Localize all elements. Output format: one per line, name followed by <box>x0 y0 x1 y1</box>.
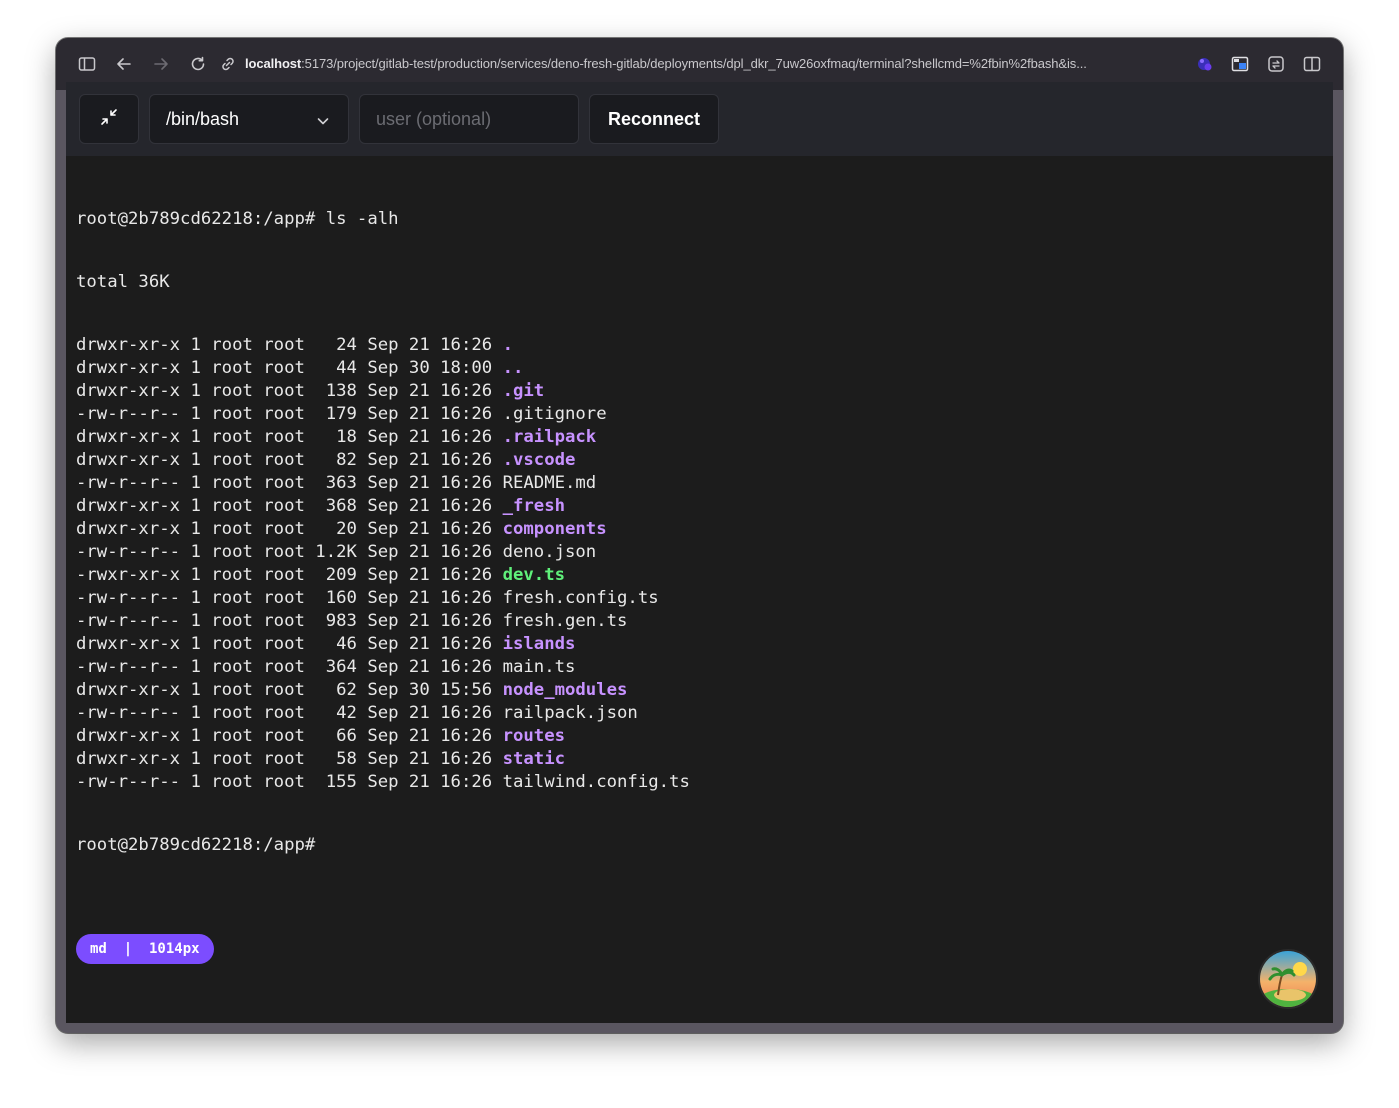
minimize-arrows-icon <box>99 107 119 132</box>
entry-name: .git <box>502 381 545 401</box>
entry-name: fresh.gen.ts <box>502 611 628 631</box>
shell-select[interactable]: /bin/bash <box>149 94 349 144</box>
address-bar[interactable]: localhost:5173/project/gitlab-test/produ… <box>245 55 1087 73</box>
shell-select-value: /bin/bash <box>166 108 240 129</box>
entry-name: tailwind.config.ts <box>502 772 690 792</box>
entry-meta: -rwxr-xr-x 1 root root 209 Sep 21 16:26 <box>76 565 503 585</box>
entry-meta: drwxr-xr-x 1 root root 20 Sep 21 16:26 <box>76 519 503 539</box>
user-input[interactable] <box>359 94 579 144</box>
listing-row: drwxr-xr-x 1 root root 66 Sep 21 16:26 r… <box>76 725 1316 748</box>
entry-name: main.ts <box>502 657 576 677</box>
entry-meta: -rw-r--r-- 1 root root 983 Sep 21 16:26 <box>76 611 503 631</box>
entry-meta: -rw-r--r-- 1 root root 42 Sep 21 16:26 <box>76 703 503 723</box>
listing-row: -rw-r--r-- 1 root root 983 Sep 21 16:26 … <box>76 610 1316 633</box>
forward-arrow-icon[interactable] <box>151 54 171 74</box>
listing-row: drwxr-xr-x 1 root root 24 Sep 21 16:26 . <box>76 334 1316 357</box>
listing-row: drwxr-xr-x 1 root root 82 Sep 21 16:26 .… <box>76 449 1316 472</box>
total-line: total 36K <box>76 272 170 292</box>
entry-name: railpack.json <box>502 703 638 723</box>
split-view-icon[interactable] <box>1302 54 1322 74</box>
entry-meta: drwxr-xr-x 1 root root 368 Sep 21 16:26 <box>76 496 503 516</box>
entry-name: .. <box>502 358 524 378</box>
url-host: localhost <box>245 56 302 71</box>
entry-name: .vscode <box>502 450 576 470</box>
entry-name: _fresh <box>502 496 566 516</box>
entry-name: components <box>502 519 607 539</box>
entry-name: README.md <box>502 473 597 493</box>
listing: drwxr-xr-x 1 root root 24 Sep 21 16:26 .… <box>76 334 1316 794</box>
listing-row: drwxr-xr-x 1 root root 20 Sep 21 16:26 c… <box>76 518 1316 541</box>
listing-row: drwxr-xr-x 1 root root 44 Sep 30 18:00 .… <box>76 357 1316 380</box>
listing-row: -rw-r--r-- 1 root root 160 Sep 21 16:26 … <box>76 587 1316 610</box>
entry-meta: -rw-r--r-- 1 root root 160 Sep 21 16:26 <box>76 588 503 608</box>
entry-meta: drwxr-xr-x 1 root root 62 Sep 30 15:56 <box>76 680 503 700</box>
entry-name: islands <box>502 634 576 654</box>
listing-row: -rw-r--r-- 1 root root 364 Sep 21 16:26 … <box>76 656 1316 679</box>
avatar[interactable] <box>1258 949 1318 1009</box>
extension-puzzle-icon[interactable] <box>1266 54 1286 74</box>
terminal-output[interactable]: root@2b789cd62218:/app# ls -alh total 36… <box>76 168 1316 855</box>
entry-name: fresh.config.ts <box>502 588 659 608</box>
entry-meta: -rw-r--r-- 1 root root 364 Sep 21 16:26 <box>76 657 503 677</box>
entry-meta: drwxr-xr-x 1 root root 44 Sep 30 18:00 <box>76 358 503 378</box>
listing-row: drwxr-xr-x 1 root root 58 Sep 21 16:26 s… <box>76 748 1316 771</box>
entry-meta: -rw-r--r-- 1 root root 179 Sep 21 16:26 <box>76 404 503 424</box>
entry-meta: drwxr-xr-x 1 root root 82 Sep 21 16:26 <box>76 450 503 470</box>
entry-meta: drwxr-xr-x 1 root root 66 Sep 21 16:26 <box>76 726 503 746</box>
breakpoint-badge: md | 1014px <box>76 934 214 964</box>
listing-row: -rw-r--r-- 1 root root 42 Sep 21 16:26 r… <box>76 702 1316 725</box>
entry-name: dev.ts <box>502 565 566 585</box>
entry-meta: drwxr-xr-x 1 root root 46 Sep 21 16:26 <box>76 634 503 654</box>
chevron-down-icon <box>316 112 330 133</box>
entry-name: .gitignore <box>502 404 607 424</box>
prompt-line: root@2b789cd62218:/app# <box>76 835 316 855</box>
picture-in-picture-icon[interactable] <box>1230 54 1250 74</box>
listing-row: -rw-r--r-- 1 root root 179 Sep 21 16:26 … <box>76 403 1316 426</box>
entry-meta: drwxr-xr-x 1 root root 58 Sep 21 16:26 <box>76 749 503 769</box>
entry-meta: -rw-r--r-- 1 root root 1.2K Sep 21 16:26 <box>76 542 503 562</box>
extension-icon[interactable] <box>1195 54 1215 74</box>
sidebar-toggle-icon[interactable] <box>77 54 97 74</box>
listing-row: drwxr-xr-x 1 root root 368 Sep 21 16:26 … <box>76 495 1316 518</box>
entry-name: node_modules <box>502 680 628 700</box>
terminal-app: /bin/bash Reconnect root@2b789cd62218:/a… <box>66 82 1333 1023</box>
listing-row: drwxr-xr-x 1 root root 18 Sep 21 16:26 .… <box>76 426 1316 449</box>
command-line: root@2b789cd62218:/app# ls -alh <box>76 209 399 229</box>
url-path: :5173/project/gitlab-test/production/ser… <box>301 56 1087 71</box>
terminal-toolbar: /bin/bash Reconnect <box>66 82 1333 156</box>
entry-name: static <box>502 749 566 769</box>
minimize-button[interactable] <box>79 94 139 144</box>
browser-window: localhost:5173/project/gitlab-test/produ… <box>56 38 1343 1033</box>
entry-meta: drwxr-xr-x 1 root root 24 Sep 21 16:26 <box>76 335 503 355</box>
listing-row: drwxr-xr-x 1 root root 138 Sep 21 16:26 … <box>76 380 1316 403</box>
listing-row: drwxr-xr-x 1 root root 62 Sep 30 15:56 n… <box>76 679 1316 702</box>
entry-meta: drwxr-xr-x 1 root root 18 Sep 21 16:26 <box>76 427 503 447</box>
reconnect-button[interactable]: Reconnect <box>589 94 719 144</box>
reload-icon[interactable] <box>188 54 208 74</box>
entry-name: .railpack <box>502 427 597 447</box>
entry-name: deno.json <box>502 542 597 562</box>
listing-row: -rw-r--r-- 1 root root 363 Sep 21 16:26 … <box>76 472 1316 495</box>
listing-row: -rwxr-xr-x 1 root root 209 Sep 21 16:26 … <box>76 564 1316 587</box>
link-icon <box>219 55 237 73</box>
listing-row: drwxr-xr-x 1 root root 46 Sep 21 16:26 i… <box>76 633 1316 656</box>
entry-meta: -rw-r--r-- 1 root root 363 Sep 21 16:26 <box>76 473 503 493</box>
entry-meta: -rw-r--r-- 1 root root 155 Sep 21 16:26 <box>76 772 503 792</box>
back-arrow-icon[interactable] <box>114 54 134 74</box>
entry-meta: drwxr-xr-x 1 root root 138 Sep 21 16:26 <box>76 381 503 401</box>
listing-row: -rw-r--r-- 1 root root 155 Sep 21 16:26 … <box>76 771 1316 794</box>
listing-row: -rw-r--r-- 1 root root 1.2K Sep 21 16:26… <box>76 541 1316 564</box>
entry-name: routes <box>502 726 566 746</box>
entry-name: . <box>502 335 513 355</box>
